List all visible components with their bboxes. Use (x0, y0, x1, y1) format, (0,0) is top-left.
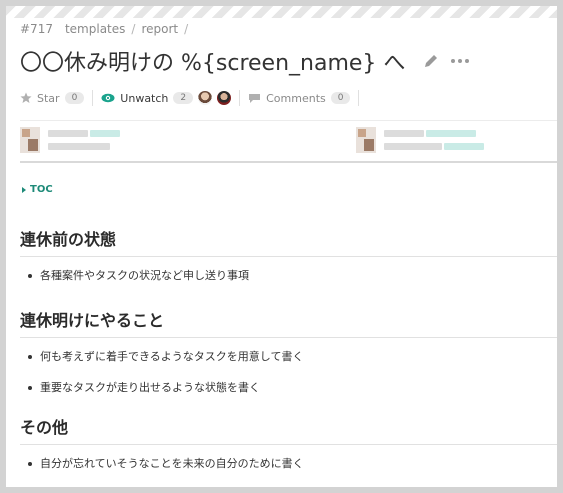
section-heading: 連休明けにやること (20, 307, 557, 338)
page-frame: #717 templates / report / 〇〇休み明けの %{scre… (6, 6, 557, 487)
star-button[interactable]: Star 0 (20, 91, 85, 105)
section-other: その他 自分が忘れていそうなことを未来の自分のために書く (20, 414, 557, 487)
comment-icon (249, 93, 261, 103)
pencil-icon[interactable] (423, 53, 439, 69)
unwatch-button[interactable]: Unwatch 2 (101, 91, 232, 105)
comments-count: 0 (330, 92, 351, 104)
star-icon (20, 92, 32, 103)
author-info-bar (20, 120, 557, 158)
list-item: 自分が忘れていそうなことを未来の自分のために書く (20, 457, 557, 471)
section-heading: 連休前の状態 (20, 226, 557, 257)
action-divider (92, 90, 94, 106)
top-stripe (6, 6, 557, 18)
section-before-holiday: 連休前の状態 各種案件やタスクの状況など申し送り事項 (20, 226, 557, 300)
list-item: 各種案件やタスクの状況など申し送り事項 (20, 269, 557, 283)
star-count: 0 (64, 92, 85, 104)
ellipsis-icon[interactable] (451, 53, 470, 69)
comments-label: Comments (266, 91, 326, 105)
post-content: #717 templates / report / 〇〇休み明けの %{scre… (20, 20, 557, 487)
watch-count: 2 (173, 92, 194, 104)
breadcrumb-item-templates[interactable]: templates (65, 22, 125, 36)
toc-label: TOC (30, 184, 53, 195)
action-divider (239, 90, 241, 106)
star-label: Star (37, 91, 60, 105)
content-divider (20, 161, 557, 163)
breadcrumb-separator: / (184, 22, 189, 36)
section-heading: その他 (20, 414, 557, 445)
title-row: 〇〇休み明けの %{screen_name} へ (20, 44, 557, 78)
list-item: 重要なタスクが走り出せるような状態を書く (20, 381, 557, 395)
comments-button[interactable]: Comments 0 (248, 91, 351, 105)
action-divider (358, 90, 360, 106)
breadcrumb: #717 templates / report / (20, 20, 557, 38)
author-avatar-blurred (20, 127, 40, 153)
avatar[interactable] (217, 91, 232, 105)
section-after-holiday: 連休明けにやること 何も考えずに着手できるようなタスクを用意して書く 重要なタス… (20, 307, 557, 412)
created-by-info (20, 127, 120, 153)
post-number: #717 (20, 22, 53, 36)
breadcrumb-item-report[interactable]: report (141, 22, 178, 36)
unwatch-label: Unwatch (120, 91, 169, 105)
eye-icon (101, 93, 115, 103)
page-title: 〇〇休み明けの %{screen_name} へ (20, 51, 406, 76)
list-item: 何も考えずに着手できるようなタスクを用意して書く (20, 350, 557, 364)
triangle-right-icon (22, 186, 26, 193)
author-avatar-blurred (356, 127, 376, 153)
action-bar: Star 0 Unwatch 2 Comments 0 (20, 88, 557, 108)
avatar[interactable] (198, 91, 213, 105)
breadcrumb-separator: / (131, 22, 136, 36)
toc-toggle[interactable]: TOC (22, 184, 53, 195)
updated-by-info (356, 127, 484, 153)
